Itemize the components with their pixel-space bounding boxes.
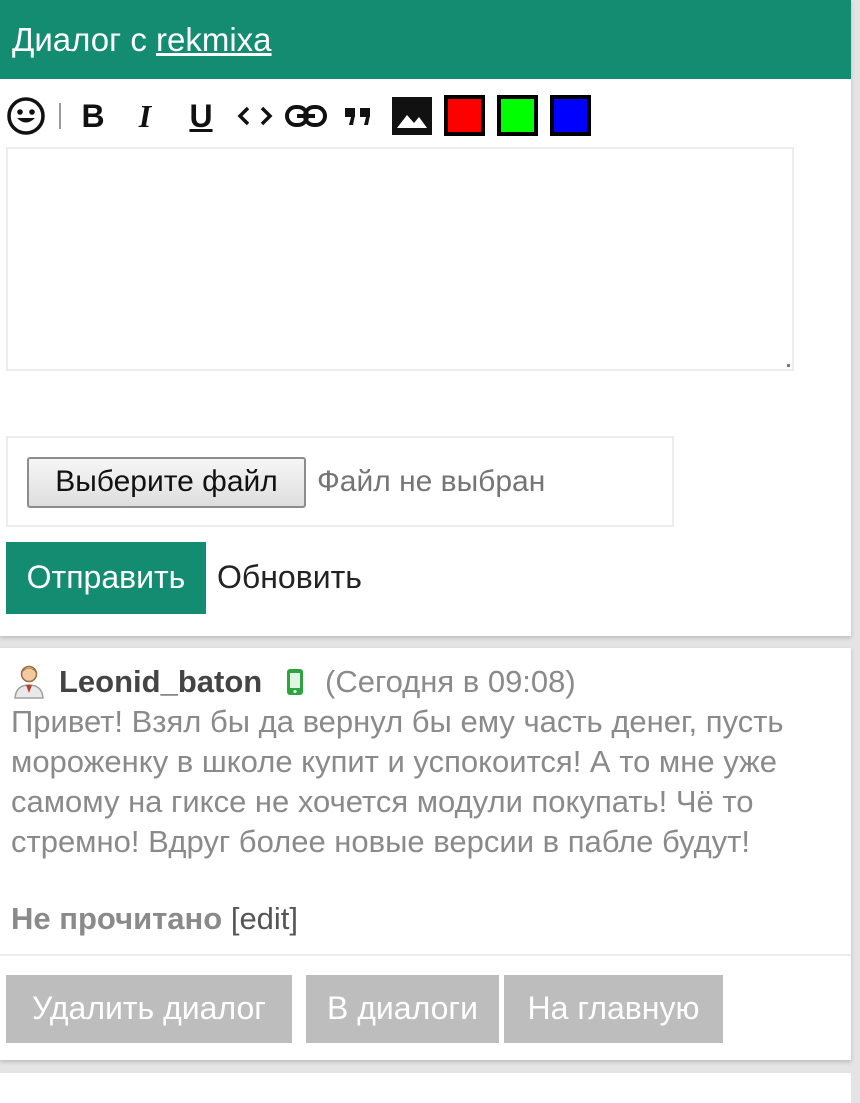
message-textarea[interactable] (6, 147, 794, 371)
send-button[interactable]: Отправить (6, 542, 206, 614)
color-red-swatch[interactable] (444, 95, 485, 136)
edit-message-link[interactable]: [edit] (231, 901, 298, 936)
quote-icon[interactable] (340, 92, 376, 140)
file-status-text: Файл не выбран (317, 465, 546, 498)
delete-dialog-button[interactable]: Удалить диалог (6, 975, 292, 1043)
message-status-line: Не прочитано [edit] (11, 898, 298, 940)
color-blue-swatch[interactable] (550, 95, 591, 136)
file-upload-field: Выберите файл Файл не выбран (6, 436, 674, 527)
message-read-status: Не прочитано (11, 901, 223, 936)
message-author[interactable]: Leonid_baton (59, 662, 262, 702)
textarea-resize-handle[interactable] (787, 364, 790, 367)
next-panel (0, 1073, 851, 1103)
refresh-link[interactable]: Обновить (217, 542, 362, 612)
toolbar-separator (55, 92, 65, 140)
choose-file-button[interactable]: Выберите файл (27, 457, 306, 508)
bold-icon[interactable]: B (78, 92, 108, 140)
dialogs-button[interactable]: В диалоги (306, 975, 499, 1043)
editor-toolbar: B I U (0, 92, 620, 140)
italic-icon[interactable]: I (130, 92, 160, 140)
smiley-icon[interactable] (4, 92, 48, 140)
mobile-phone-icon (286, 668, 304, 701)
code-icon[interactable] (235, 92, 275, 140)
dialog-username-link[interactable]: rekmixa (156, 21, 272, 58)
message-text: Привет! Взял бы да вернул бы ему часть д… (11, 704, 784, 859)
underline-icon[interactable]: U (185, 92, 217, 140)
divider (0, 954, 851, 956)
home-button[interactable]: На главную (504, 975, 723, 1043)
image-icon[interactable] (390, 92, 434, 140)
message-time: (Сегодня в 09:08) (325, 664, 576, 699)
user-avatar-icon (11, 664, 47, 705)
link-icon[interactable] (284, 92, 328, 140)
color-green-swatch[interactable] (497, 95, 538, 136)
dialog-title-prefix: Диалог с (12, 21, 147, 58)
dialog-header: Диалог с rekmixa (0, 0, 851, 79)
